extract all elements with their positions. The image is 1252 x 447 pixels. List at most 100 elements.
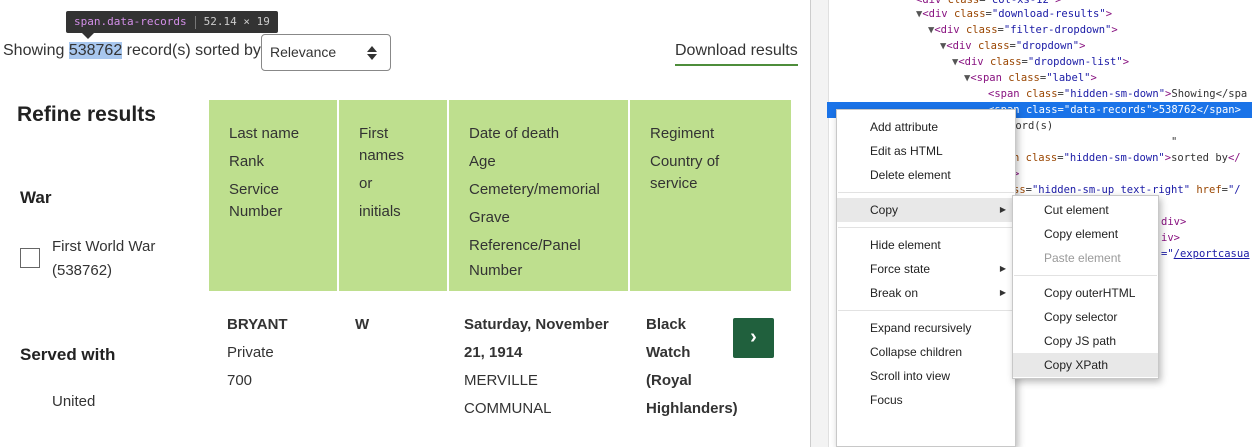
sort-select[interactable]: Relevance (261, 34, 391, 71)
menu-copy-xpath[interactable]: Copy XPath (1013, 353, 1158, 377)
selected-dom-line[interactable]: <span class="data-records">538762</span> (988, 102, 1241, 118)
menu-copy-outerhtml[interactable]: Copy outerHTML (1013, 281, 1158, 305)
menu-focus[interactable]: Focus (837, 388, 1015, 412)
record-count: 538762 (68, 42, 123, 59)
menu-add-attribute[interactable]: Add attribute (837, 115, 1015, 139)
regiment-line: Watch (646, 344, 691, 361)
menu-force-state[interactable]: Force state ▶ (837, 257, 1015, 281)
war-option-label: First World War (52, 238, 156, 255)
inspect-tooltip: span.data-records 52.14 × 19 (66, 11, 278, 39)
first-world-war-option[interactable]: First World War (538762) (52, 235, 172, 283)
dom-line[interactable]: n class="hidden-sm-down">sorted by</ (1013, 150, 1241, 166)
results-summary: Showing 538762 record(s) sorted by (3, 42, 261, 60)
dom-line[interactable]: ▼<div class="filter-dropdown"> (928, 22, 1118, 38)
submenu-arrow-icon: ▶ (999, 205, 1006, 214)
dom-text: 538762 (1158, 104, 1197, 116)
menu-break-on[interactable]: Break on ▶ (837, 281, 1015, 305)
showing-suffix: record(s) sorted by (122, 42, 261, 59)
menu-force-state-label: Force state (870, 262, 931, 276)
menu-cut-element[interactable]: Cut element (1013, 198, 1158, 222)
submenu-arrow-icon: ▶ (999, 288, 1006, 297)
results-page: span.data-records 52.14 × 19 Showing 5387… (0, 0, 810, 447)
dom-class: data-records (1070, 104, 1147, 116)
cell-name: BRYANT Private 700 (227, 311, 288, 395)
column-header-first-names: First names or initials (339, 100, 447, 291)
dom-line[interactable]: " (1171, 134, 1177, 150)
tooltip-size: 52.14 × 19 (203, 15, 270, 28)
dom-class: label (1052, 72, 1085, 84)
dom-class: dropdown (1022, 40, 1073, 52)
header-text: Reference/Panel (469, 237, 581, 254)
date-of-death-line2: 21, 1914 (464, 344, 523, 361)
sort-select-value: Relevance (270, 44, 337, 60)
header-text: names (359, 147, 405, 164)
dom-class: filter-dropdown (1010, 24, 1106, 36)
header-text: Number (469, 262, 523, 279)
header-text: Date of death (469, 125, 560, 142)
dom-class: download-results (998, 8, 1100, 20)
header-text: Rank (229, 153, 265, 170)
dom-line[interactable]: ▼<div class="dropdown-list"> (952, 54, 1129, 70)
showing-prefix: Showing (3, 42, 69, 59)
refine-results-title: Refine results (17, 103, 156, 126)
menu-scroll-into-view[interactable]: Scroll into view (837, 364, 1015, 388)
header-text: Last name (229, 125, 300, 142)
regiment-line: (Royal (646, 372, 692, 389)
rank: Private (227, 344, 274, 361)
served-with-option[interactable]: United (52, 393, 95, 410)
column-header-date-of-death: Date of death Age Cemetery/memorial Grav… (449, 100, 628, 291)
menu-expand-recursively[interactable]: Expand recursively (837, 316, 1015, 340)
column-header-name: Last name Rank Service Number (209, 100, 337, 291)
dom-text: " (1171, 136, 1178, 148)
menu-collapse-children[interactable]: Collapse children (837, 340, 1015, 364)
menu-copy-selector[interactable]: Copy selector (1013, 305, 1158, 329)
cell-initials: W (355, 311, 369, 339)
menu-separator (838, 310, 1014, 311)
header-text: initials (359, 203, 401, 220)
dom-line[interactable]: ="/exportcasua (1161, 246, 1250, 262)
header-text: or (359, 175, 373, 192)
dom-line[interactable]: ▼<div class="download-results"> (916, 6, 1112, 22)
menu-copy-element[interactable]: Copy element (1013, 222, 1158, 246)
cemetery-line2: COMMUNAL (464, 400, 552, 417)
dom-text: iv> (1161, 232, 1180, 244)
view-record-button[interactable]: › (733, 318, 774, 358)
dom-line[interactable]: ▼<span class="label"> (964, 70, 1097, 86)
regiment-line: Black (646, 316, 687, 333)
dom-line[interactable]: <span class="hidden-sm-down">Showing</sp… (988, 86, 1247, 102)
dom-text: div> (1161, 216, 1187, 228)
devtools-gutter (811, 0, 829, 447)
sort-arrows-icon (367, 46, 377, 60)
header-text: Number (229, 203, 283, 220)
dom-text: Showing</spa (1171, 88, 1248, 100)
menu-break-on-label: Break on (870, 286, 919, 300)
menu-separator (1014, 275, 1157, 276)
cemetery-line1: MERVILLE (464, 372, 538, 389)
cell-regiment: Black Watch (Royal Highlanders) (646, 311, 741, 423)
copy-submenu: Cut element Copy element Paste element C… (1012, 195, 1159, 379)
first-world-war-checkbox[interactable] (20, 248, 40, 268)
tooltip-tag: span (74, 15, 101, 28)
menu-copy-js-path[interactable]: Copy JS path (1013, 329, 1158, 353)
served-with-heading: Served with (20, 345, 116, 364)
regiment-line: Highlanders) (646, 400, 738, 417)
menu-paste-element: Paste element (1044, 251, 1121, 265)
dom-line[interactable]: div> (1161, 214, 1186, 230)
cell-date-of-death: Saturday, November 21, 1914 MERVILLE COM… (464, 311, 624, 423)
menu-edit-as-html[interactable]: Edit as HTML (837, 139, 1015, 163)
menu-separator (838, 227, 1014, 228)
menu-separator (838, 192, 1014, 193)
date-of-death-line1: Saturday, November (464, 316, 609, 333)
context-menu: Add attribute Edit as HTML Delete elemen… (836, 109, 1016, 447)
last-name: BRYANT (227, 316, 288, 333)
dom-line[interactable]: ▼<div class="dropdown"> (940, 38, 1085, 54)
column-header-regiment: Regiment Country of service (630, 100, 791, 291)
dom-class: hidden-sm-down (1070, 88, 1159, 100)
menu-copy[interactable]: Copy ▶ (837, 198, 1015, 222)
dom-line[interactable]: iv> (1161, 230, 1180, 246)
menu-hide-element[interactable]: Hide element (837, 233, 1015, 257)
war-facet-heading: War (20, 188, 52, 207)
menu-delete-element[interactable]: Delete element (837, 163, 1015, 187)
header-text: Age (469, 153, 496, 170)
download-results-link[interactable]: Download results (675, 42, 798, 66)
